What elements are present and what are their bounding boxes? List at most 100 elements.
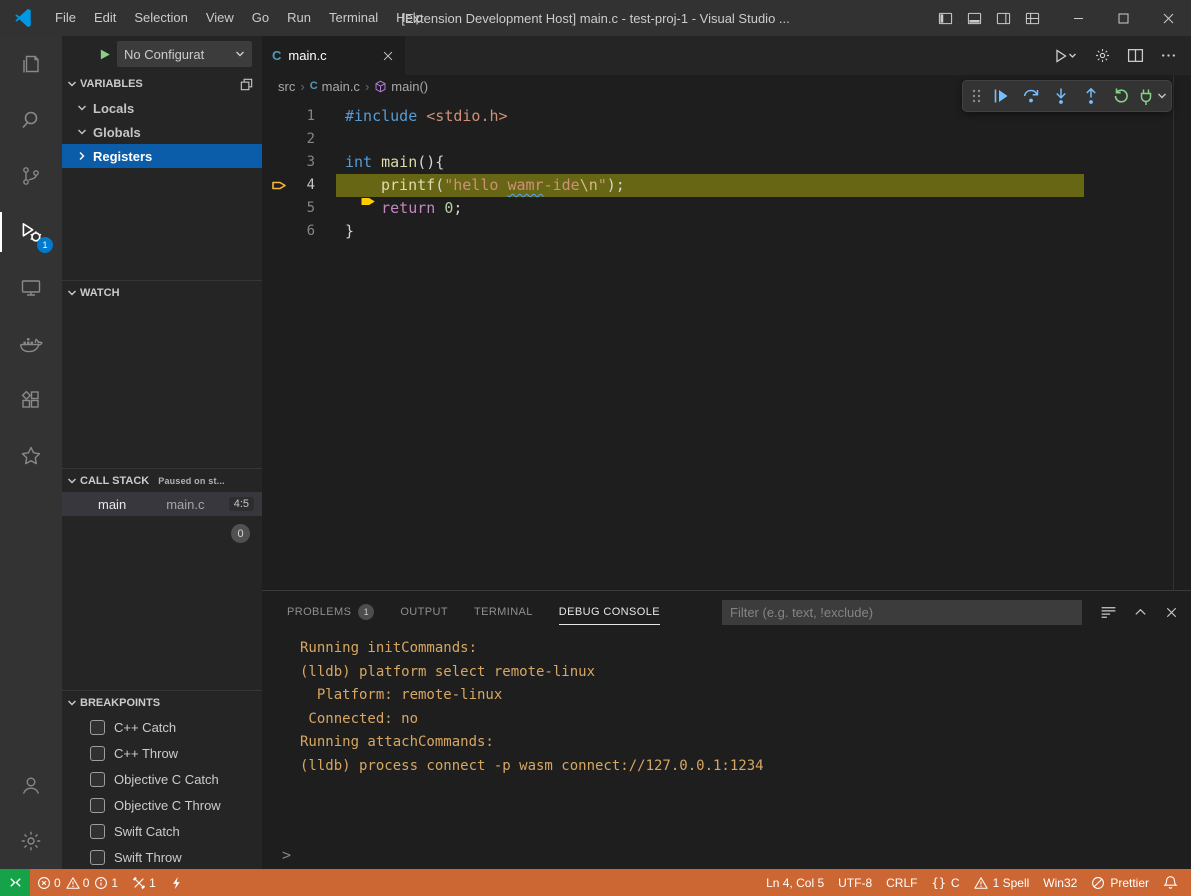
debug-restart-button[interactable]	[1106, 81, 1136, 111]
menu-terminal[interactable]: Terminal	[320, 0, 387, 36]
debug-launch-row: No Configurat	[62, 36, 262, 72]
debug-step-out-button[interactable]	[1076, 81, 1106, 111]
variables-item-locals[interactable]: Locals	[62, 96, 262, 120]
breakpoint-item-swift-catch[interactable]: Swift Catch	[62, 818, 262, 844]
editor-scrollbar[interactable]	[1173, 75, 1174, 590]
maximize-button[interactable]	[1101, 0, 1146, 36]
status-spell[interactable]: 1 Spell	[967, 869, 1037, 896]
debug-step-over-button[interactable]	[1016, 81, 1046, 111]
code-line-2: 2	[262, 128, 1191, 151]
layout-customize-button[interactable]	[1025, 11, 1040, 26]
run-button[interactable]	[1054, 48, 1078, 64]
minimize-button[interactable]	[1056, 0, 1101, 36]
line-content[interactable]: printf("hello wamr-ide\n");	[345, 174, 625, 197]
status-platform[interactable]: Win32	[1036, 869, 1084, 896]
breakpoint-checkbox[interactable]	[90, 772, 105, 787]
line-content[interactable]: return 0;	[345, 197, 462, 220]
breakpoint-checkbox[interactable]	[90, 850, 105, 865]
layout-controls	[922, 11, 1056, 26]
breadcrumb-item-symbol[interactable]: main()	[374, 79, 428, 94]
layout-sidebar-left-button[interactable]	[938, 11, 953, 26]
breakpoint-checkbox[interactable]	[90, 746, 105, 761]
menu-go[interactable]: Go	[243, 0, 278, 36]
variables-item-registers[interactable]: Registers	[62, 144, 262, 168]
activity-item-settings[interactable]	[0, 813, 62, 869]
variables-item-globals[interactable]: Globals	[62, 120, 262, 144]
panel-tab-output[interactable]: OUTPUT	[400, 591, 448, 633]
code-token: ;	[453, 199, 462, 217]
activity-item-docker[interactable]	[0, 316, 62, 372]
activity-item-explorer[interactable]	[0, 36, 62, 92]
call-stack-status: Paused on st...	[158, 476, 225, 486]
menu-selection[interactable]: Selection	[125, 0, 196, 36]
breadcrumb-item-src[interactable]: src	[278, 79, 295, 94]
activity-item-accounts[interactable]	[0, 757, 62, 813]
tab-main-c[interactable]: C main.c	[262, 36, 405, 75]
status-cursor-position[interactable]: Ln 4, Col 5	[759, 869, 831, 896]
menu-view[interactable]: View	[197, 0, 243, 36]
warning-icon	[974, 876, 988, 890]
status-text: Ln 4, Col 5	[766, 876, 824, 890]
breadcrumb-item-file[interactable]: C main.c	[310, 79, 360, 94]
breakpoint-checkbox[interactable]	[90, 720, 105, 735]
debug-console-filter-input[interactable]	[722, 600, 1082, 625]
split-editor-button[interactable]	[1127, 47, 1144, 64]
breakpoint-item-objective-c-throw[interactable]: Objective C Throw	[62, 792, 262, 818]
call-stack-section-header[interactable]: CALL STACK Paused on st...	[62, 468, 262, 492]
menu-run[interactable]: Run	[278, 0, 320, 36]
panel-tab-problems[interactable]: PROBLEMS1	[287, 591, 374, 633]
status-encoding[interactable]: UTF-8	[831, 869, 879, 896]
variables-section-header[interactable]: VARIABLES	[62, 72, 262, 96]
launch-configuration-select[interactable]: No Configurat	[117, 41, 252, 67]
views-panel-icon[interactable]	[239, 77, 254, 92]
close-tab-icon[interactable]	[381, 49, 395, 63]
breakpoint-item-c-throw[interactable]: C++ Throw	[62, 740, 262, 766]
watch-section-header[interactable]: WATCH	[62, 280, 262, 304]
activity-item-wamr-ide[interactable]	[0, 428, 62, 484]
line-content[interactable]: int main(){	[345, 151, 444, 174]
close-button[interactable]	[1146, 0, 1191, 36]
debug-console-input[interactable]: >	[262, 841, 1191, 869]
activity-item-run-and-debug[interactable]: 1	[0, 204, 62, 260]
status-debug-attach[interactable]	[163, 869, 191, 896]
close-panel-icon[interactable]	[1164, 605, 1179, 620]
code-editor[interactable]: 1#include <stdio.h>23int main(){4printf(…	[262, 97, 1191, 590]
breakpoint-item-c-catch[interactable]: C++ Catch	[62, 714, 262, 740]
status-problems[interactable]: 001	[30, 869, 125, 896]
more-actions-button[interactable]	[1160, 47, 1177, 64]
menu-file[interactable]: File	[46, 0, 85, 36]
menu-edit[interactable]: Edit	[85, 0, 125, 36]
activity-item-search[interactable]	[0, 92, 62, 148]
activity-bar: 1	[0, 36, 62, 869]
debug-continue-button[interactable]	[986, 81, 1016, 111]
status-language-mode[interactable]: {}C	[924, 869, 966, 896]
console-line: Running attachCommands:	[300, 731, 1191, 755]
breakpoint-checkbox[interactable]	[90, 798, 105, 813]
output-lines-icon[interactable]	[1100, 604, 1117, 621]
status-toolchain[interactable]: 1	[125, 869, 163, 896]
debug-step-into-button[interactable]	[1046, 81, 1076, 111]
maximize-panel-icon[interactable]	[1133, 605, 1148, 620]
stack-frame-row[interactable]: main main.c 4:5	[62, 492, 262, 516]
debug-start-icon[interactable]	[98, 48, 111, 61]
line-content[interactable]: }	[345, 220, 354, 243]
layout-sidebar-right-button[interactable]	[996, 11, 1011, 26]
layout-panel-button[interactable]	[967, 11, 982, 26]
panel-tab-terminal[interactable]: TERMINAL	[474, 591, 533, 633]
status-text: 1	[111, 876, 118, 890]
settings-button[interactable]	[1094, 47, 1111, 64]
status-eol[interactable]: CRLF	[879, 869, 924, 896]
debug-disconnect-button[interactable]	[1136, 81, 1166, 111]
activity-item-extensions[interactable]	[0, 372, 62, 428]
activity-item-remote-explorer[interactable]	[0, 260, 62, 316]
status-prettier[interactable]: Prettier	[1084, 869, 1156, 896]
status-notifications[interactable]	[1156, 869, 1185, 896]
line-content[interactable]: #include <stdio.h>	[345, 105, 508, 128]
panel-tab-debug-console[interactable]: DEBUG CONSOLE	[559, 591, 660, 633]
breakpoint-item-objective-c-catch[interactable]: Objective C Catch	[62, 766, 262, 792]
breakpoints-section-header[interactable]: BREAKPOINTS	[62, 690, 262, 714]
remote-indicator[interactable]	[0, 869, 30, 896]
breakpoint-checkbox[interactable]	[90, 824, 105, 839]
breakpoint-item-swift-throw[interactable]: Swift Throw	[62, 844, 262, 869]
activity-item-source-control[interactable]	[0, 148, 62, 204]
